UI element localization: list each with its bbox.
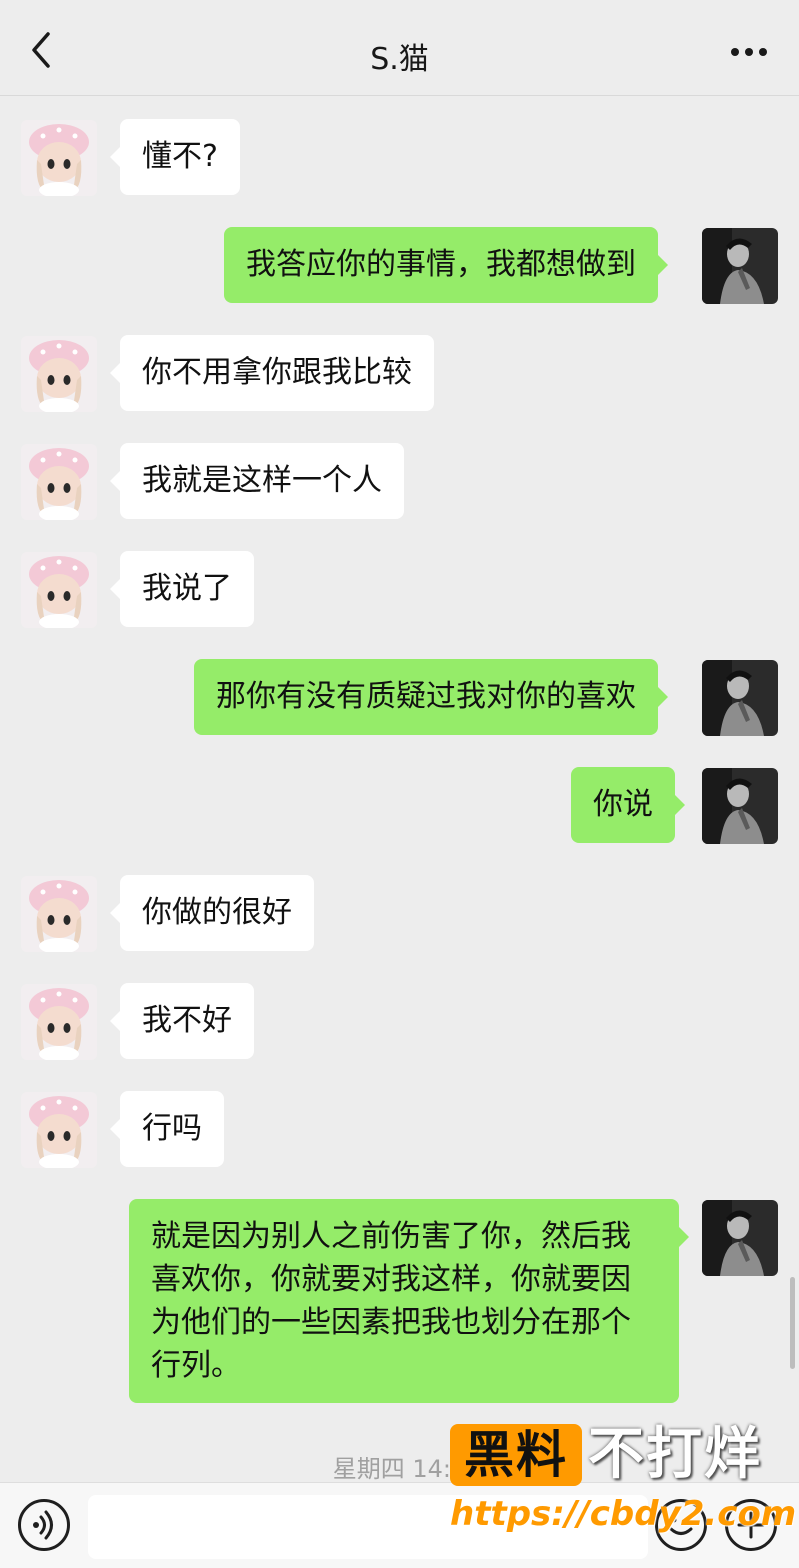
scrollbar[interactable] bbox=[790, 1277, 795, 1369]
contact-avatar[interactable] bbox=[21, 120, 97, 196]
received-message-bubble[interactable]: 你做的很好 bbox=[110, 875, 314, 951]
man-portrait-avatar-icon bbox=[702, 228, 778, 304]
man-portrait-avatar-icon bbox=[702, 768, 778, 844]
voice-icon bbox=[33, 1510, 53, 1540]
page-title: S.猫 bbox=[370, 42, 429, 77]
doll-avatar-icon bbox=[21, 444, 97, 520]
watermark-text: 不打烊 bbox=[588, 1422, 762, 1487]
sent-message-bubble[interactable]: 你说 bbox=[571, 767, 685, 843]
doll-avatar-icon bbox=[21, 120, 97, 196]
contact-avatar[interactable] bbox=[21, 444, 97, 520]
received-message-bubble[interactable]: 你不用拿你跟我比较 bbox=[110, 335, 434, 411]
contact-avatar[interactable] bbox=[21, 336, 97, 412]
contact-avatar[interactable] bbox=[21, 984, 97, 1060]
user-avatar[interactable] bbox=[702, 768, 778, 844]
contact-avatar[interactable] bbox=[21, 552, 97, 628]
user-avatar[interactable] bbox=[702, 1200, 778, 1276]
received-message-bubble[interactable]: 行吗 bbox=[110, 1091, 224, 1167]
doll-avatar-icon bbox=[21, 336, 97, 412]
man-portrait-avatar-icon bbox=[702, 1200, 778, 1276]
watermark: 黑料 不打烊 https://cbdy2.com bbox=[448, 1420, 796, 1550]
doll-avatar-icon bbox=[21, 876, 97, 952]
contact-avatar[interactable] bbox=[21, 1092, 97, 1168]
doll-avatar-icon bbox=[21, 984, 97, 1060]
contact-avatar[interactable] bbox=[21, 876, 97, 952]
sent-message-bubble[interactable]: 那你有没有质疑过我对你的喜欢 bbox=[194, 659, 668, 735]
user-avatar[interactable] bbox=[702, 228, 778, 304]
watermark-url: https://cbdy2.com bbox=[450, 1494, 797, 1534]
message-list[interactable]: 懂不? 我答应你的事情，我都想做到 你不用拿你跟我比较 我就是这样一个人 我说了… bbox=[0, 97, 799, 1482]
received-message-bubble[interactable]: 我说了 bbox=[110, 551, 254, 627]
more-dots-icon bbox=[731, 48, 767, 56]
received-message-bubble[interactable]: 我就是这样一个人 bbox=[110, 443, 404, 519]
user-avatar[interactable] bbox=[702, 660, 778, 736]
man-portrait-avatar-icon bbox=[702, 660, 778, 736]
more-button[interactable] bbox=[727, 32, 771, 72]
doll-avatar-icon bbox=[21, 1092, 97, 1168]
watermark-badge: 黑料 bbox=[450, 1424, 582, 1486]
sent-message-bubble[interactable]: 我答应你的事情，我都想做到 bbox=[224, 227, 668, 303]
voice-button[interactable] bbox=[18, 1499, 70, 1551]
received-message-bubble[interactable]: 懂不? bbox=[110, 119, 240, 195]
received-message-bubble[interactable]: 我不好 bbox=[110, 983, 254, 1059]
doll-avatar-icon bbox=[21, 552, 97, 628]
sent-message-bubble[interactable]: 就是因为别人之前伤害了你，然后我喜欢你，你就要对我这样，你就要因为他们的一些因素… bbox=[129, 1199, 689, 1403]
chat-header: S.猫 bbox=[0, 0, 799, 96]
